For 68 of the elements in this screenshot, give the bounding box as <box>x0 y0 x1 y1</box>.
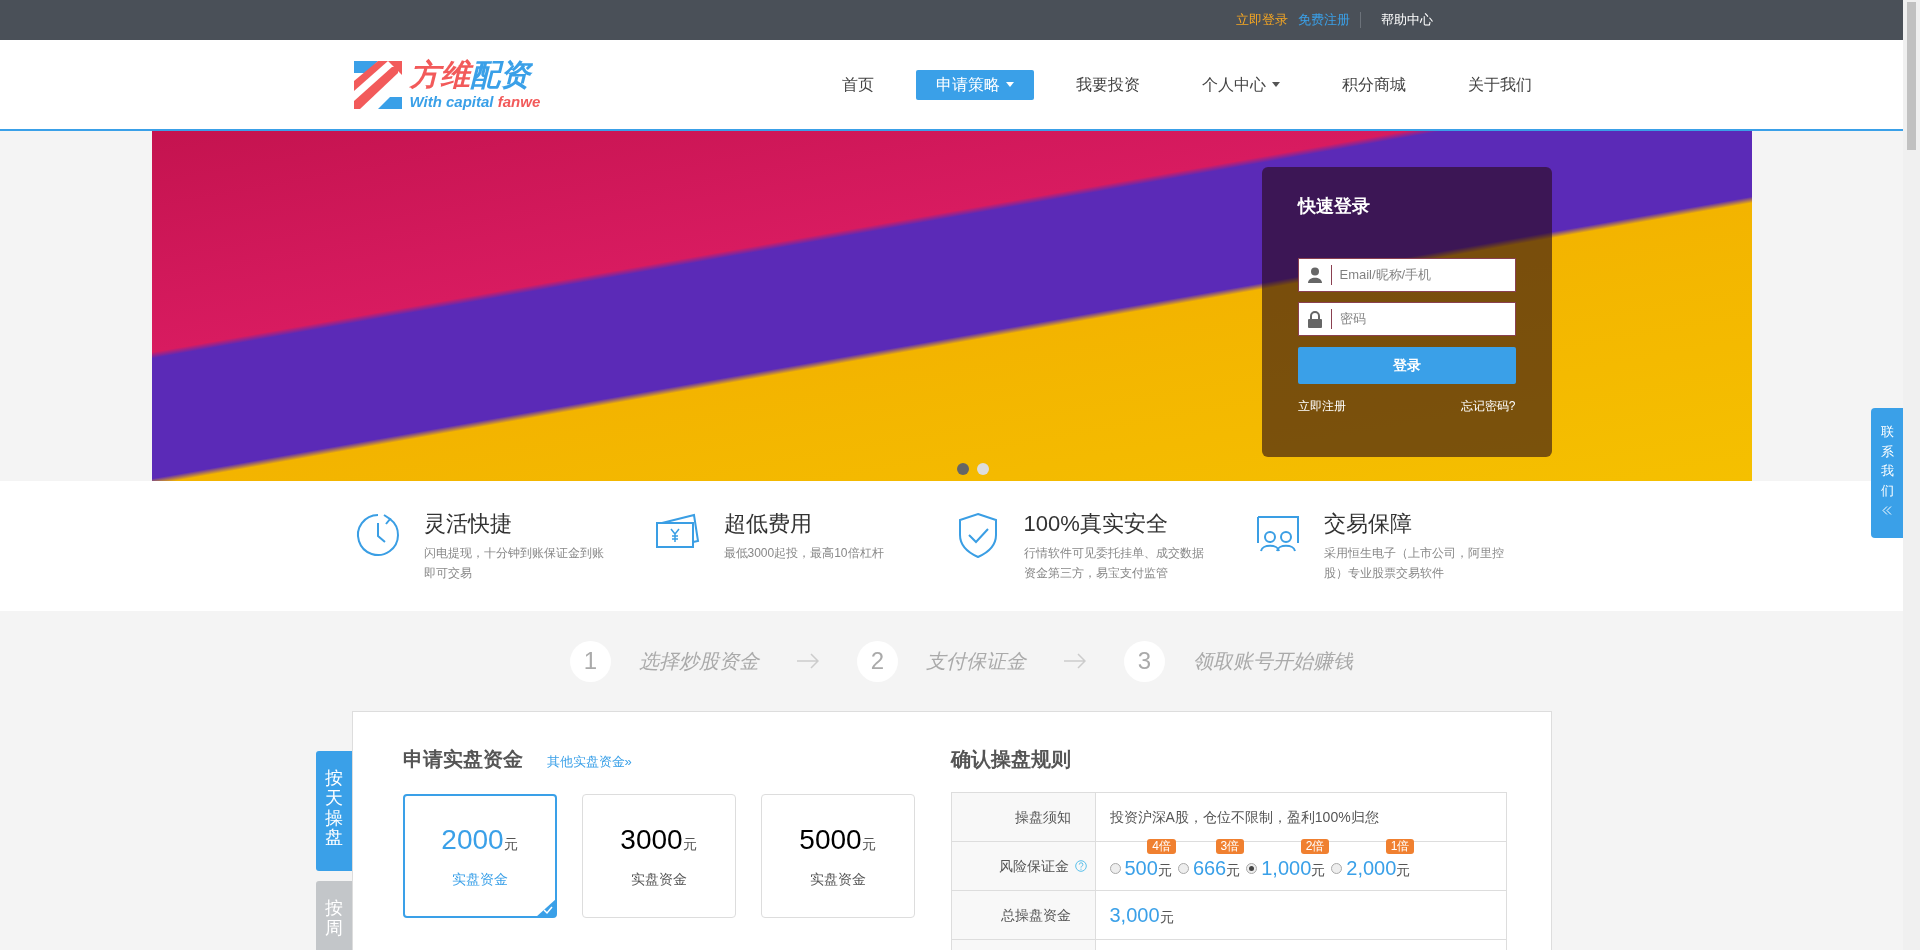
radio-button[interactable] <box>1109 862 1121 874</box>
multiplier-badge: 4倍 <box>1147 839 1176 854</box>
feature-title: 交易保障 <box>1323 510 1413 538</box>
feature-description: 闪电提现，十分钟到账保证金到账即可交易 <box>423 545 605 582</box>
step-number: 3 <box>1124 640 1165 682</box>
check-corner-icon <box>535 899 556 917</box>
logo-subtitle: With capital fanwe <box>409 94 541 109</box>
arrow-right-icon <box>1064 653 1086 669</box>
amount-label: 实盘资金 <box>809 869 866 889</box>
username-input-box[interactable]: Email/昵称/手机 <box>1297 258 1516 292</box>
feature-description: 采用恒生电子（上市公司，阿里控股）专业股票交易软件 <box>1323 545 1505 582</box>
deposit-amount: 2,000元 <box>1346 856 1411 881</box>
login-title: 快速登录 <box>1297 195 1371 218</box>
amount-value: 3000元 <box>620 822 697 857</box>
amount-option[interactable]: 3000元 实盘资金 <box>581 794 736 918</box>
radio-button[interactable] <box>1331 862 1343 874</box>
feature-title: 灵活快捷 <box>423 510 513 538</box>
radio-button[interactable] <box>1246 862 1258 874</box>
amount-value: 5000元 <box>799 822 876 857</box>
deposit-amount: 1,000元 <box>1261 856 1326 881</box>
feature-title: 100%真实安全 <box>1023 510 1169 538</box>
feature-title: 超低费用 <box>723 510 813 538</box>
deposit-amount: 666元 <box>1192 856 1241 881</box>
help-icon[interactable] <box>1074 860 1087 872</box>
amount-label: 实盘资金 <box>451 869 508 889</box>
password-input-box[interactable]: 密码 <box>1297 302 1516 336</box>
login-link[interactable]: 立即登录 <box>1236 10 1288 30</box>
lock-icon <box>1307 310 1322 328</box>
forgot-password-link[interactable]: 忘记密码? <box>1460 397 1516 415</box>
row-label: 操盘须知 <box>1014 807 1071 827</box>
step-label: 领取账号开始赚钱 <box>1193 649 1353 674</box>
step-number: 1 <box>570 640 611 682</box>
amount-value: 2000元 <box>441 822 518 857</box>
nav-item[interactable]: 积分商城 <box>1321 69 1426 100</box>
feature-description: 最低3000起投，最高10倍杠杆 <box>723 545 885 562</box>
step-number: 2 <box>857 640 898 682</box>
amount-option[interactable]: 2000元 实盘资金 <box>402 794 557 918</box>
row-label: 总操盘资金 <box>1000 905 1071 925</box>
total-amount: 3,000元 <box>1109 903 1174 928</box>
step-label: 选择炒股资金 <box>639 649 759 674</box>
section-title: 确认操盘规则 <box>950 748 1071 770</box>
feature-description: 行情软件可见委托挂单、成交数据资金第三方，易宝支付监管 <box>1023 545 1205 582</box>
row-label: 风险保证金 <box>998 856 1069 876</box>
register-link[interactable]: 立即注册 <box>1297 397 1346 415</box>
section-title: 申请实盘资金 <box>402 747 523 772</box>
banknote-icon <box>653 511 702 551</box>
help-link[interactable]: 帮助中心 <box>1381 10 1433 30</box>
multiplier-badge: 2倍 <box>1300 839 1330 854</box>
multiplier-badge: 3倍 <box>1215 839 1245 854</box>
password-field[interactable]: 密码 <box>1331 309 1515 329</box>
double-chevron-left-icon <box>1882 506 1892 515</box>
deposit-amount: 500元 <box>1124 856 1172 881</box>
username-field[interactable]: Email/昵称/手机 <box>1331 265 1515 285</box>
scrollbar[interactable] <box>1903 0 1920 950</box>
nav-item[interactable]: 个人中心 <box>1181 69 1300 100</box>
arrow-right-icon <box>797 653 819 669</box>
row-value: 投资沪深A股，仓位不限制，盈利100%归您 <box>1109 807 1379 827</box>
nav-item[interactable]: 首页 <box>821 69 894 100</box>
amount-option[interactable]: 5000元 实盘资金 <box>760 794 915 918</box>
logo-title: 方维配资 <box>409 60 541 90</box>
amount-label: 实盘资金 <box>630 869 687 889</box>
logo-icon <box>351 58 404 111</box>
step-label: 支付保证金 <box>926 649 1026 674</box>
radio-button[interactable] <box>1177 862 1189 874</box>
multiplier-badge: 1倍 <box>1385 839 1415 854</box>
user-icon <box>1307 267 1322 283</box>
nav-item[interactable]: 关于我们 <box>1447 69 1552 100</box>
nav-item[interactable]: 我要投资 <box>1055 69 1160 100</box>
